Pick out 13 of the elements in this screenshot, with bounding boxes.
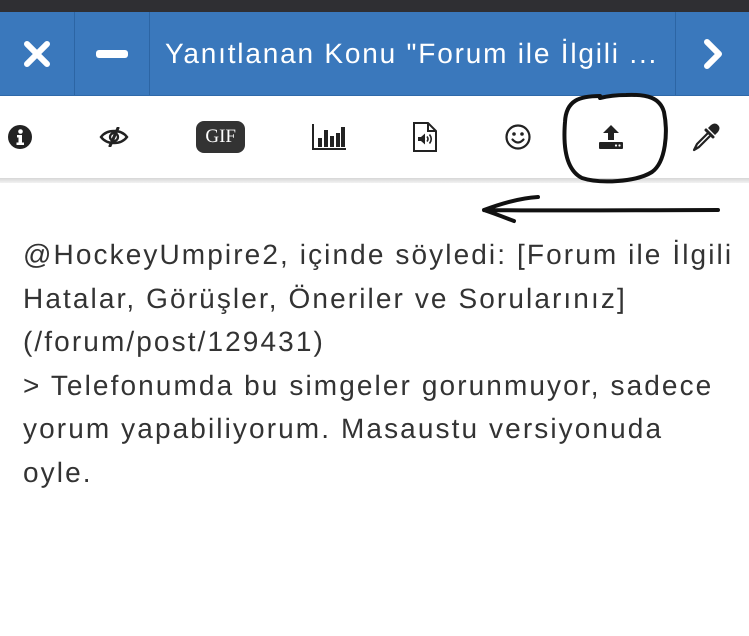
info-icon[interactable] (8, 125, 32, 149)
close-icon (23, 40, 51, 68)
eye-slash-icon[interactable] (99, 127, 130, 147)
bar-chart-icon[interactable] (312, 124, 346, 150)
eyedropper-icon[interactable] (690, 122, 721, 152)
upload-icon[interactable] (598, 124, 624, 150)
minus-icon (96, 50, 128, 58)
audio-file-icon[interactable] (413, 122, 438, 152)
dialog-title: Yanıtlanan Konu "Forum ile İlgili ... (164, 36, 660, 71)
chevron-right-icon (702, 38, 722, 70)
gif-button[interactable]: GIF (196, 121, 245, 153)
smiley-icon[interactable] (504, 124, 531, 150)
message-field[interactable]: @HockeyUmpire2, içinde söyledi: [Forum ile İlgili Hatalar, Görüşler, Öneriler ve Sorularınız](/forum/post/129431) > Telefonumda bu simgeler gorunmuyor, sadece yorum yapabiliyorum. Masaustu versiyonuda oyle. (23, 233, 736, 494)
